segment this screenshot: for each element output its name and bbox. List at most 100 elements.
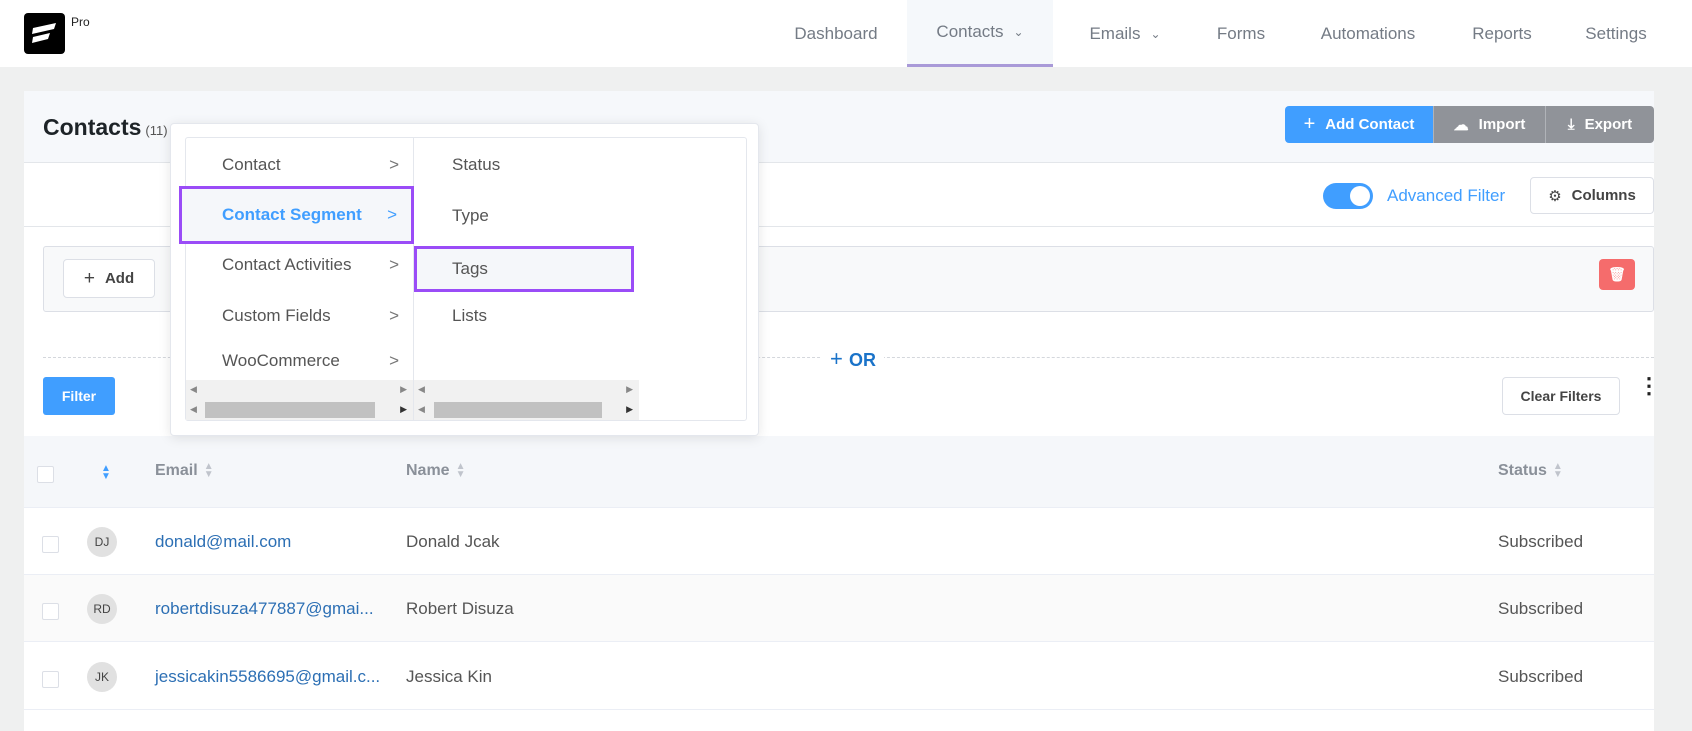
table-row[interactable]: JK jessicakin5586695@gmail.c... Jessica …	[24, 643, 1654, 710]
row-checkbox[interactable]	[42, 536, 59, 553]
menu-item-contact-segment[interactable]: Contact Segment >	[179, 186, 414, 244]
button-label: Add Contact	[1325, 116, 1415, 133]
menu-label: Contact Activities	[222, 255, 352, 274]
email-link[interactable]: donald@mail.com	[155, 532, 291, 552]
more-options-icon[interactable]: ⋮	[1638, 375, 1660, 397]
header-label: Name	[406, 462, 450, 479]
button-label: Columns	[1571, 187, 1636, 204]
export-button[interactable]: ⤓ Export	[1545, 106, 1654, 143]
menu-item-type[interactable]: Type	[414, 191, 639, 241]
advanced-filter-label[interactable]: Advanced Filter	[1387, 186, 1505, 206]
button-label: Add	[104, 270, 135, 287]
name-cell: Robert Disuza	[406, 599, 514, 618]
scroll-right-icon[interactable]: ▶	[626, 404, 633, 415]
nav-reports[interactable]: Reports	[1462, 0, 1542, 67]
scroll-right-icon[interactable]: ▶	[626, 384, 633, 395]
nav-forms[interactable]: Forms	[1206, 0, 1276, 67]
sort-icon: ▲ ▼	[455, 460, 466, 480]
column-email[interactable]: Email ▲ ▼	[155, 460, 214, 480]
nav-label: Reports	[1472, 23, 1532, 43]
menu-label: Custom Fields	[222, 306, 331, 325]
menu-item-woocommerce[interactable]: WooCommerce >	[185, 341, 413, 381]
chevron-right-icon: >	[389, 155, 399, 174]
scrollbar-thumb[interactable]	[434, 402, 602, 418]
column-name[interactable]: Name ▲ ▼	[406, 460, 466, 480]
avatar: DJ	[87, 527, 117, 557]
clear-filters-button[interactable]: Clear Filters	[1502, 377, 1620, 415]
scroll-right-icon[interactable]: ▶	[400, 404, 407, 415]
scroll-left-icon[interactable]: ◀	[418, 404, 425, 415]
nav-label: Contacts	[936, 22, 1004, 41]
download-icon: ⤓	[1567, 116, 1575, 133]
nav-label: Forms	[1216, 23, 1266, 43]
right-column-scrollbar[interactable]: ◀ ▶ ◀ ▶	[414, 380, 639, 420]
delete-filter-button[interactable]: 🗑	[1599, 259, 1635, 290]
filter-button[interactable]: Filter	[43, 377, 115, 415]
status-cell: Subscribed	[1498, 599, 1584, 618]
row-checkbox[interactable]	[42, 603, 59, 620]
plus-icon: +	[1303, 113, 1316, 135]
nav-settings[interactable]: Settings	[1576, 0, 1656, 67]
scroll-left-icon[interactable]: ◀	[190, 404, 197, 415]
button-label: Import	[1478, 116, 1526, 133]
add-or-group-button[interactable]: + OR	[822, 346, 884, 372]
chevron-down-icon: ⌄	[1150, 26, 1161, 41]
menu-label: Contact	[222, 155, 281, 174]
menu-item-contact[interactable]: Contact >	[185, 140, 413, 190]
scrollbar-thumb[interactable]	[205, 402, 375, 418]
nav-dashboard[interactable]: Dashboard	[790, 0, 882, 67]
header-label: Email	[155, 462, 198, 479]
menu-label: WooCommerce	[222, 351, 340, 370]
nav-label: Dashboard	[794, 23, 878, 43]
email-link[interactable]: jessicakin5586695@gmail.c...	[155, 667, 380, 687]
table-row[interactable]: DJ donald@mail.com Donald Jcak Subscribe…	[24, 508, 1654, 575]
chevron-right-icon: >	[389, 306, 399, 325]
add-filter-button[interactable]: + Add	[63, 259, 155, 298]
pro-badge: Pro	[71, 15, 90, 29]
select-all-checkbox[interactable]	[37, 466, 54, 483]
menu-item-lists[interactable]: Lists	[414, 291, 639, 341]
nav-label: Settings	[1585, 23, 1647, 43]
button-label: Clear Filters	[1520, 388, 1602, 404]
chevron-right-icon: >	[389, 255, 399, 274]
plus-icon: +	[830, 346, 849, 371]
nav-label: Automations	[1320, 23, 1416, 43]
left-column-scrollbar[interactable]: ◀ ▶ ◀ ▶	[186, 380, 413, 420]
sort-icon[interactable]: ▲ ▼	[101, 464, 111, 482]
contact-count: (11)	[145, 123, 168, 138]
email-link[interactable]: robertdisuza477887@gmai...	[155, 599, 374, 619]
name-cell: Jessica Kin	[406, 667, 492, 686]
scroll-left-icon[interactable]: ◀	[190, 384, 197, 395]
name-cell: Donald Jcak	[406, 532, 500, 551]
plus-icon: +	[83, 267, 95, 289]
add-contact-button[interactable]: + Add Contact	[1285, 106, 1433, 143]
brand-logo[interactable]	[24, 13, 65, 54]
row-checkbox[interactable]	[42, 671, 59, 688]
advanced-filter-toggle[interactable]	[1323, 183, 1373, 209]
menu-item-contact-activities[interactable]: Contact Activities >	[185, 240, 413, 290]
sort-icon: ▲ ▼	[203, 460, 214, 480]
import-button[interactable]: ☁ Import	[1433, 106, 1545, 143]
button-label: Filter	[61, 388, 97, 404]
menu-item-custom-fields[interactable]: Custom Fields >	[185, 291, 413, 341]
menu-label: Tags	[452, 259, 488, 278]
nav-automations[interactable]: Automations	[1310, 0, 1426, 67]
page-title: Contacts (11)	[43, 114, 168, 141]
chevron-down-icon: ⌄	[1013, 25, 1024, 39]
scroll-right-icon[interactable]: ▶	[400, 384, 407, 395]
title-text: Contacts	[43, 114, 142, 140]
nav-label: Emails	[1089, 23, 1141, 43]
menu-item-status[interactable]: Status	[414, 140, 639, 190]
scroll-left-icon[interactable]: ◀	[418, 384, 425, 395]
nav-contacts[interactable]: Contacts ⌄	[907, 0, 1053, 67]
menu-label: Status	[452, 155, 501, 174]
nav-emails[interactable]: Emails ⌄	[1075, 0, 1175, 67]
column-status[interactable]: Status ▲ ▼	[1498, 461, 1563, 480]
table-row[interactable]: RD robertdisuza477887@gmai... Robert Dis…	[24, 575, 1654, 642]
menu-label: Contact Segment	[222, 205, 362, 224]
columns-button[interactable]: ⚙ Columns	[1530, 177, 1654, 214]
or-label: OR	[848, 350, 876, 370]
menu-item-tags[interactable]: Tags	[414, 246, 634, 292]
chevron-right-icon: >	[389, 351, 399, 370]
gear-icon: ⚙	[1548, 187, 1562, 205]
